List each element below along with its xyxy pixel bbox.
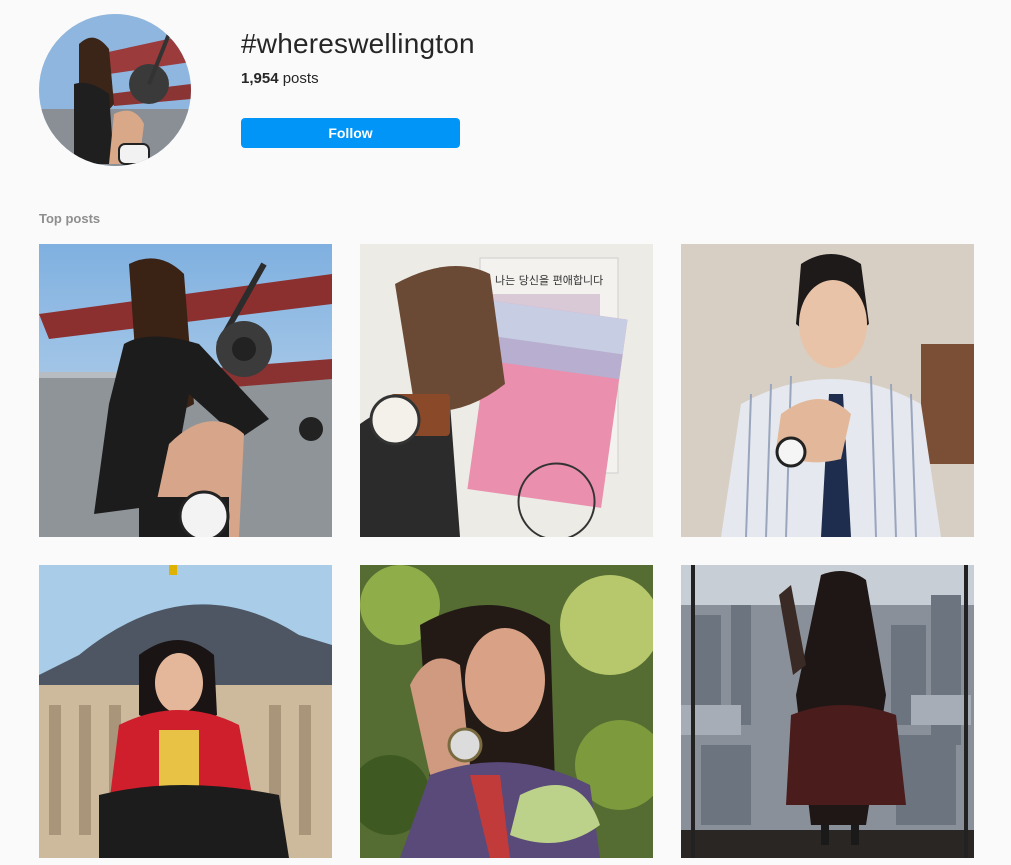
post-image-biplane xyxy=(39,244,332,537)
post-count: 1,954 posts xyxy=(241,70,319,87)
top-posts-grid: 나는 당신을 편애합니다 xyxy=(39,244,974,858)
post-image-books: 나는 당신을 편애합니다 xyxy=(360,244,653,537)
post-tile[interactable] xyxy=(681,565,974,858)
post-count-label: posts xyxy=(282,70,319,87)
book-title-text: 나는 당신을 편애합니다 xyxy=(495,274,603,287)
top-posts-heading: Top posts xyxy=(39,211,101,226)
post-tile[interactable] xyxy=(39,565,332,858)
avatar-image xyxy=(39,14,191,166)
hashtag-avatar xyxy=(39,14,191,166)
post-tile[interactable] xyxy=(360,565,653,858)
post-tile[interactable] xyxy=(39,244,332,537)
post-image-man xyxy=(681,244,974,537)
post-count-number: 1,954 xyxy=(241,70,279,87)
hashtag-title: #whereswellington xyxy=(241,28,475,59)
post-tile[interactable]: 나는 당신을 편애합니다 xyxy=(360,244,653,537)
post-tile[interactable] xyxy=(681,244,974,537)
follow-button[interactable]: Follow xyxy=(241,118,460,148)
post-image-palace xyxy=(39,565,332,858)
post-image-city xyxy=(681,565,974,858)
hashtag-header: #whereswellington 1,954 posts Follow xyxy=(0,0,1011,200)
hashtag-page: #whereswellington 1,954 posts Follow Top… xyxy=(0,0,1011,865)
post-image-leaves xyxy=(360,565,653,858)
